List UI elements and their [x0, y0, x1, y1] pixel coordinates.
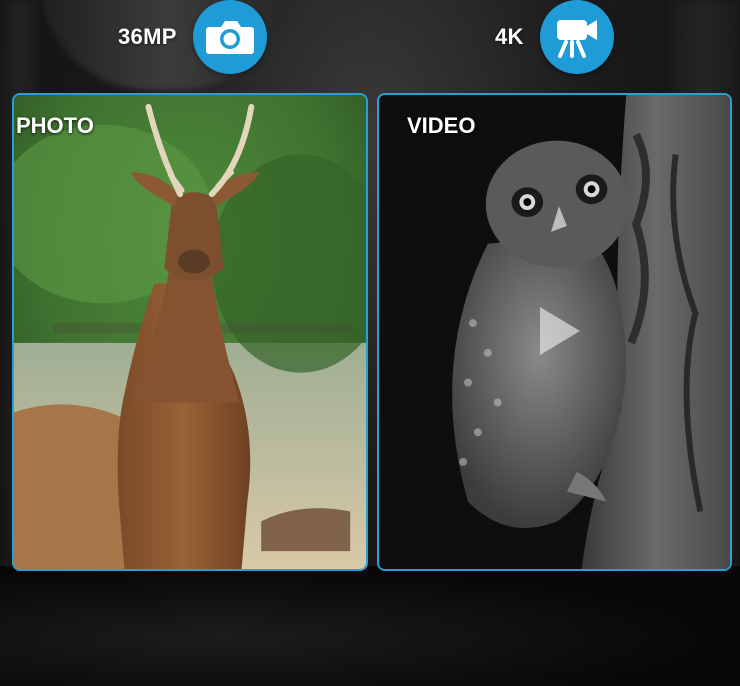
photo-panel[interactable]: PHOTO — [12, 93, 368, 571]
video-spec: 4K — [495, 0, 614, 74]
play-icon[interactable] — [534, 303, 584, 359]
photo-resolution-label: 36MP — [118, 24, 177, 49]
photo-label: PHOTO — [16, 113, 94, 138]
deer-photo — [14, 95, 366, 569]
camera-icon — [192, 0, 267, 74]
video-label: VIDEO — [407, 113, 476, 138]
video-resolution-label: 4K — [495, 24, 524, 49]
photo-spec: 36MP — [118, 0, 267, 74]
video-panel[interactable]: VIDEO — [377, 93, 732, 571]
video-camera-icon — [539, 0, 614, 74]
